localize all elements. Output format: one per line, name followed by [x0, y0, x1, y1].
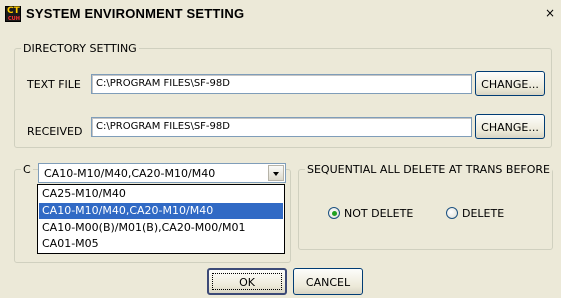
model-option[interactable]: CA10-M00(B)/M01(B),CA20-M00/M01 — [39, 220, 283, 236]
model-option-selected[interactable]: CA10-M10/M40,CA20-M10/M40 — [39, 203, 283, 219]
model-option[interactable]: CA01-M05 — [39, 236, 283, 252]
dropdown-arrow-button[interactable] — [268, 165, 284, 181]
delete-label[interactable]: DELETE — [462, 207, 504, 221]
app-icon: CT CUH — [5, 6, 21, 22]
received-change-button[interactable]: CHANGE... — [475, 114, 545, 139]
received-label: RECEIVED — [27, 125, 83, 138]
chevron-down-icon — [273, 172, 279, 176]
title-bar: CT CUH SYSTEM ENVIRONMENT SETTING × — [0, 0, 561, 26]
radio-checked-icon — [331, 210, 337, 216]
app-icon-text-bottom: CUH — [8, 16, 20, 22]
window-title: SYSTEM ENVIRONMENT SETTING — [26, 6, 245, 21]
model-select-value: CA10-M10/M40,CA20-M10/M40 — [44, 167, 216, 180]
sequential-delete-legend: SEQUENTIAL ALL DELETE AT TRANS BEFORE — [307, 163, 550, 176]
not-delete-label[interactable]: NOT DELETE — [344, 207, 413, 221]
ok-button[interactable]: OK — [207, 268, 287, 295]
cancel-button[interactable]: CANCEL — [293, 268, 363, 295]
text-file-change-button[interactable]: CHANGE... — [475, 71, 545, 96]
directory-setting-legend: DIRECTORY SETTING — [23, 42, 137, 55]
text-file-path-field[interactable]: C:\PROGRAM FILES\SF-98D — [91, 74, 472, 94]
not-delete-radio[interactable] — [328, 207, 340, 219]
received-path-field[interactable]: C:\PROGRAM FILES\SF-98D — [91, 117, 472, 137]
delete-radio[interactable] — [446, 207, 458, 219]
model-option[interactable]: CA25-M10/M40 — [39, 186, 283, 202]
focus-rect — [212, 273, 282, 290]
model-select[interactable]: CA10-M10/M40,CA20-M10/M40 — [38, 163, 286, 183]
model-group-legend: C — [23, 163, 31, 176]
text-file-label: TEXT FILE — [27, 78, 81, 91]
app-icon-text-top: CT — [7, 6, 20, 16]
model-dropdown-list: CA25-M10/M40 CA10-M10/M40,CA20-M10/M40 C… — [37, 184, 285, 254]
close-icon[interactable]: × — [543, 5, 557, 21]
